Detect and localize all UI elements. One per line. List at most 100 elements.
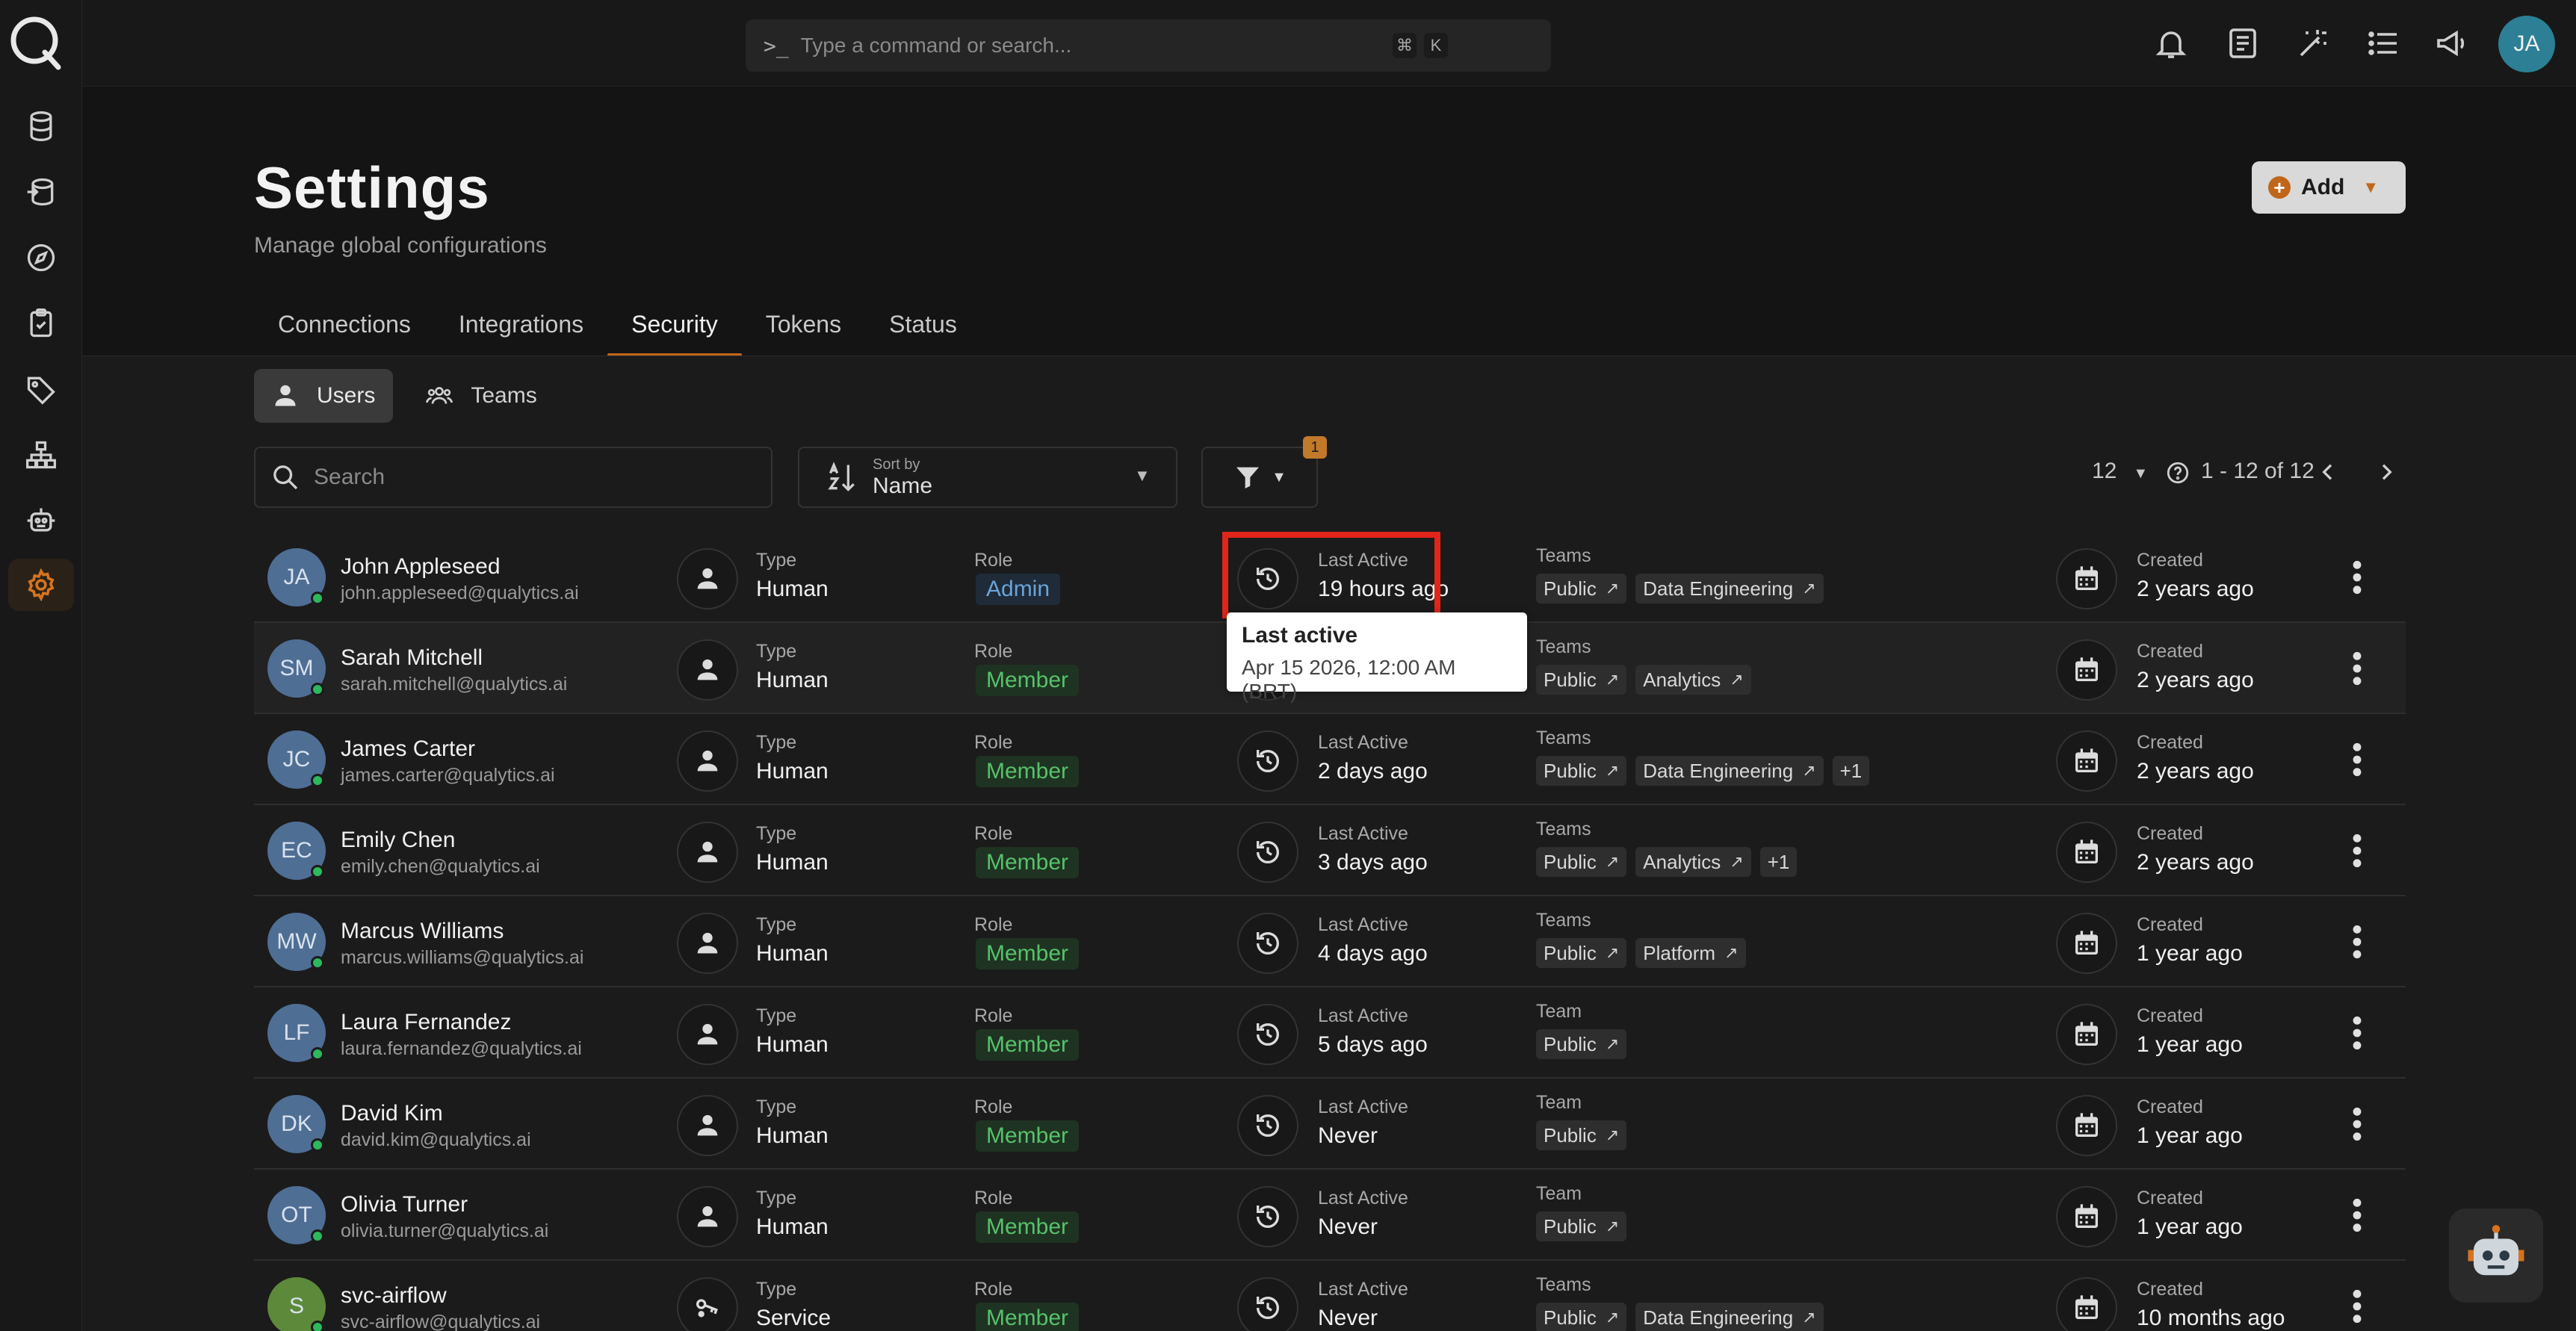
more-teams-tag[interactable]: +1 bbox=[1759, 847, 1798, 877]
team-tag[interactable]: Platform ↗ bbox=[1635, 938, 1746, 968]
team-tag-label: Analytics bbox=[1643, 850, 1721, 873]
tasks-button[interactable] bbox=[2365, 25, 2401, 61]
table-row[interactable]: EC Emily Chen emily.chen@qualytics.ai Ty… bbox=[254, 805, 2406, 896]
prev-page-button[interactable] bbox=[2316, 459, 2340, 491]
user-name[interactable]: Marcus Williams bbox=[341, 919, 504, 944]
sort-select[interactable]: Sort by Name ▼ bbox=[798, 447, 1177, 508]
filter-button[interactable]: ▼ bbox=[1201, 447, 1318, 508]
last-active-icon-badge[interactable] bbox=[1237, 1095, 1298, 1156]
sidebar-item-settings[interactable] bbox=[8, 559, 74, 611]
more-vertical-icon[interactable] bbox=[2352, 1197, 2362, 1234]
type-label: Type bbox=[756, 823, 797, 844]
table-row[interactable]: S svc-airflow svc-airflow@qualytics.ai T… bbox=[254, 1261, 2406, 1331]
more-vertical-icon[interactable] bbox=[2352, 559, 2362, 596]
more-vertical-icon[interactable] bbox=[2352, 741, 2362, 778]
team-tag[interactable]: Public ↗ bbox=[1536, 847, 1627, 877]
team-tag[interactable]: Public ↗ bbox=[1536, 756, 1627, 786]
qualytics-logo[interactable] bbox=[7, 13, 64, 70]
last-active-icon-badge[interactable] bbox=[1237, 822, 1298, 883]
last-active-icon-badge[interactable] bbox=[1237, 913, 1298, 974]
table-row[interactable]: DK David Kim david.kim@qualytics.ai Type… bbox=[254, 1079, 2406, 1170]
sidebar-item-explore[interactable] bbox=[8, 232, 74, 284]
sidebar-item-enrichment[interactable] bbox=[8, 166, 74, 218]
user-name[interactable]: David Kim bbox=[341, 1101, 443, 1126]
theme-toggle-button[interactable] bbox=[2295, 25, 2331, 61]
role-badge: Member bbox=[976, 756, 1080, 787]
assistant-bot-button[interactable] bbox=[2449, 1209, 2543, 1303]
teams-label: Teams bbox=[1536, 910, 1591, 931]
team-tag[interactable]: Data Engineering ↗ bbox=[1635, 574, 1824, 604]
last-active-label: Last Active bbox=[1318, 914, 1408, 935]
user-icon bbox=[697, 1023, 718, 1045]
team-tag[interactable]: Analytics ↗ bbox=[1635, 665, 1751, 695]
last-active-icon-badge[interactable] bbox=[1237, 730, 1298, 792]
last-active-icon-badge[interactable] bbox=[1237, 1004, 1298, 1065]
more-vertical-icon[interactable] bbox=[2352, 650, 2362, 687]
add-button[interactable]: + Add ▼ bbox=[2252, 161, 2406, 214]
more-vertical-icon[interactable] bbox=[2352, 1014, 2362, 1052]
table-row[interactable]: LF Laura Fernandez laura.fernandez@qualy… bbox=[254, 987, 2406, 1079]
table-row[interactable]: OT Olivia Turner olivia.turner@qualytics… bbox=[254, 1170, 2406, 1261]
more-teams-tag[interactable]: +1 bbox=[1832, 756, 1870, 786]
team-tag[interactable]: Analytics ↗ bbox=[1635, 847, 1751, 877]
user-icon bbox=[697, 659, 718, 680]
more-vertical-icon[interactable] bbox=[2352, 1105, 2362, 1143]
role-badge: Member bbox=[976, 1303, 1080, 1331]
team-tag[interactable]: Public ↗ bbox=[1536, 574, 1627, 604]
subtab-users[interactable]: Users bbox=[254, 369, 394, 423]
created-value: 10 months ago bbox=[2137, 1306, 2285, 1330]
team-tag[interactable]: Public ↗ bbox=[1536, 938, 1627, 968]
sidebar-item-checks[interactable] bbox=[8, 297, 74, 350]
team-tag[interactable]: Public ↗ bbox=[1536, 665, 1627, 695]
team-tag[interactable]: Public ↗ bbox=[1536, 1211, 1627, 1241]
more-vertical-icon[interactable] bbox=[2352, 923, 2362, 961]
more-vertical-icon[interactable] bbox=[2352, 1288, 2362, 1325]
user-name[interactable]: Olivia Turner bbox=[341, 1192, 468, 1217]
team-tag[interactable]: Public ↗ bbox=[1536, 1303, 1627, 1331]
sidebar-item-tags[interactable] bbox=[8, 363, 74, 415]
table-row[interactable]: MW Marcus Williams marcus.williams@qualy… bbox=[254, 896, 2406, 987]
tab-connections[interactable]: Connections bbox=[254, 293, 435, 357]
user-name[interactable]: Laura Fernandez bbox=[341, 1010, 512, 1035]
docs-button[interactable] bbox=[2225, 25, 2261, 61]
last-active-value: Never bbox=[1318, 1123, 1378, 1148]
more-vertical-icon[interactable] bbox=[2352, 832, 2362, 869]
robot-icon bbox=[2468, 1225, 2524, 1276]
tab-security[interactable]: Security bbox=[607, 293, 742, 357]
calendar-icon bbox=[2075, 748, 2098, 772]
search-field[interactable] bbox=[254, 447, 773, 508]
next-page-button[interactable] bbox=[2374, 459, 2398, 491]
team-tag-label: Public bbox=[1544, 941, 1597, 964]
team-tag[interactable]: Public ↗ bbox=[1536, 1120, 1627, 1150]
sort-caption: Sort by bbox=[873, 456, 920, 473]
calendar-icon bbox=[2075, 1022, 2098, 1046]
user-name[interactable]: Emily Chen bbox=[341, 828, 455, 853]
tab-status[interactable]: Status bbox=[865, 293, 981, 357]
last-active-icon-badge[interactable] bbox=[1237, 1186, 1298, 1247]
type-value: Service bbox=[756, 1306, 832, 1330]
team-tag[interactable]: Public ↗ bbox=[1536, 1029, 1627, 1059]
user-avatar-button[interactable]: JA bbox=[2498, 16, 2555, 72]
team-tag[interactable]: Data Engineering ↗ bbox=[1635, 1303, 1824, 1331]
announcements-button[interactable] bbox=[2434, 25, 2470, 61]
robot-icon bbox=[27, 508, 55, 532]
notifications-button[interactable] bbox=[2153, 25, 2189, 61]
user-name[interactable]: John Appleseed bbox=[341, 554, 501, 580]
tab-tokens[interactable]: Tokens bbox=[742, 293, 865, 357]
sidebar-item-datastores[interactable] bbox=[8, 100, 74, 152]
team-tag[interactable]: Data Engineering ↗ bbox=[1635, 756, 1824, 786]
page-size-select[interactable]: 12 ▼ bbox=[2092, 459, 2148, 484]
tab-integrations[interactable]: Integrations bbox=[435, 293, 607, 357]
help-icon[interactable] bbox=[2165, 460, 2190, 491]
last-active-icon-badge[interactable] bbox=[1237, 1277, 1298, 1331]
sidebar-item-agents[interactable] bbox=[8, 494, 74, 547]
user-name[interactable]: Sarah Mitchell bbox=[341, 645, 483, 671]
teams-label: Teams bbox=[1536, 636, 1591, 657]
user-name[interactable]: James Carter bbox=[341, 736, 475, 762]
command-search[interactable]: >_ Type a command or search... ⌘ K bbox=[746, 19, 1551, 72]
table-row[interactable]: JC James Carter james.carter@qualytics.a… bbox=[254, 714, 2406, 805]
search-input[interactable] bbox=[314, 465, 732, 490]
subtab-teams[interactable]: Teams bbox=[408, 369, 554, 423]
user-name[interactable]: svc-airflow bbox=[341, 1283, 447, 1309]
sidebar-item-flows[interactable] bbox=[8, 429, 74, 481]
